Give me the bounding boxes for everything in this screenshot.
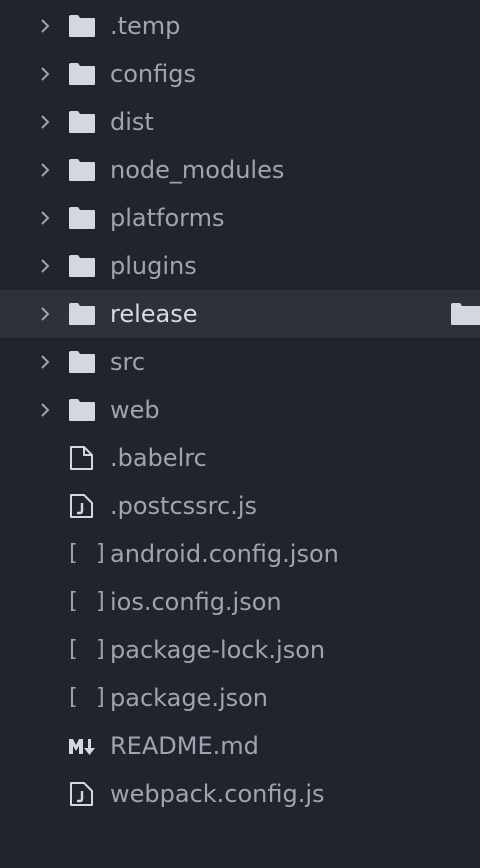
- folder-icon: [69, 303, 95, 325]
- tree-item-label: webpack.config.js: [110, 780, 325, 808]
- chevron-right-icon[interactable]: [37, 354, 53, 370]
- json-file-icon: [ ]: [66, 637, 109, 662]
- tree-item-label: platforms: [110, 204, 225, 232]
- folder-icon: [69, 111, 95, 133]
- tree-file-postcssrc-js[interactable]: .postcssrc.js: [0, 482, 480, 530]
- drag-folder-icon: [451, 303, 480, 325]
- chevron-right-icon[interactable]: [37, 306, 53, 322]
- tree-folder-src[interactable]: src: [0, 338, 480, 386]
- chevron-right-icon[interactable]: [37, 210, 53, 226]
- tree-item-label: release: [110, 300, 198, 328]
- chevron-right-icon[interactable]: [37, 162, 53, 178]
- chevron-right-icon[interactable]: [37, 258, 53, 274]
- folder-icon: [69, 159, 95, 181]
- tree-file-readme-md[interactable]: README.md: [0, 722, 480, 770]
- tree-file-babelrc[interactable]: .babelrc: [0, 434, 480, 482]
- folder-icon: [69, 63, 95, 85]
- tree-file-webpack-config-js[interactable]: webpack.config.js: [0, 770, 480, 818]
- tree-folder-dist[interactable]: dist: [0, 98, 480, 146]
- tree-item-label: ios.config.json: [110, 588, 282, 616]
- tree-folder-configs[interactable]: configs: [0, 50, 480, 98]
- tree-file-package-lock-json[interactable]: [ ] package-lock.json: [0, 626, 480, 674]
- tree-item-label: .postcssrc.js: [110, 492, 257, 520]
- tree-item-label: package-lock.json: [110, 636, 326, 664]
- tree-folder-node-modules[interactable]: node_modules: [0, 146, 480, 194]
- json-file-icon: [ ]: [66, 685, 109, 710]
- tree-item-label: src: [110, 348, 146, 376]
- folder-icon: [69, 255, 95, 277]
- folder-icon: [69, 207, 95, 229]
- chevron-right-icon[interactable]: [37, 402, 53, 418]
- chevron-right-icon[interactable]: [37, 114, 53, 130]
- tree-file-package-json[interactable]: [ ] package.json: [0, 674, 480, 722]
- markdown-file-icon: [69, 739, 95, 755]
- tree-folder-temp[interactable]: .temp: [0, 2, 480, 50]
- tree-item-label: README.md: [110, 732, 259, 760]
- tree-folder-plugins[interactable]: plugins: [0, 242, 480, 290]
- tree-item-label: package.json: [110, 684, 269, 712]
- json-file-icon: [ ]: [66, 541, 109, 566]
- tree-folder-web[interactable]: web: [0, 386, 480, 434]
- folder-icon: [69, 15, 95, 37]
- tree-item-label: plugins: [110, 252, 197, 280]
- tree-folder-release[interactable]: release: [0, 290, 480, 338]
- chevron-right-icon[interactable]: [37, 18, 53, 34]
- tree-item-label: .babelrc: [110, 444, 207, 472]
- tree-item-label: configs: [110, 60, 196, 88]
- js-file-icon: [70, 494, 93, 518]
- tree-item-label: web: [110, 396, 160, 424]
- tree-file-android-config-json[interactable]: [ ] android.config.json: [0, 530, 480, 578]
- file-icon: [70, 446, 93, 470]
- folder-icon: [69, 351, 95, 373]
- tree-item-label: node_modules: [110, 156, 285, 184]
- folder-icon: [69, 399, 95, 421]
- tree-file-ios-config-json[interactable]: [ ] ios.config.json: [0, 578, 480, 626]
- chevron-right-icon[interactable]: [37, 66, 53, 82]
- tree-item-label: android.config.json: [110, 540, 339, 568]
- json-file-icon: [ ]: [66, 589, 109, 614]
- tree-item-label: .temp: [110, 12, 181, 40]
- file-tree: .temp configs dist node_modules platform…: [0, 2, 480, 818]
- tree-item-label: dist: [110, 108, 154, 136]
- js-file-icon: [70, 782, 93, 806]
- tree-folder-platforms[interactable]: platforms: [0, 194, 480, 242]
